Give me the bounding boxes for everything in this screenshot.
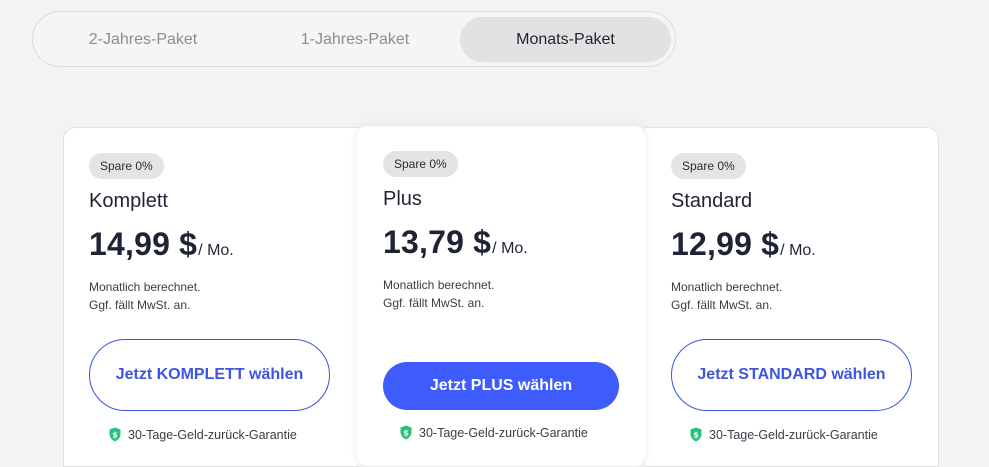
price-unit: / Mo. (492, 240, 528, 257)
plan-card-plus: Spare 0% Plus 13,79 $/ Mo. Monatlich ber… (357, 126, 645, 466)
shield-dollar-icon: $ (400, 425, 412, 440)
billing-note: Monatlich berechnet. Ggf. fällt MwSt. an… (383, 276, 494, 312)
price-amount: 13,79 $ (383, 224, 492, 260)
billing-note: Monatlich berechnet. Ggf. fällt MwSt. an… (671, 278, 782, 314)
price: 14,99 $/ Mo. (89, 226, 234, 263)
money-back-guarantee: $ 30-Tage-Geld-zurück-Garantie (400, 425, 588, 440)
select-plus-button[interactable]: Jetzt PLUS wählen (383, 362, 619, 410)
plan-card-standard: Spare 0% Standard 12,99 $/ Mo. Monatlich… (645, 127, 939, 467)
tab-monthly-plan[interactable]: Monats-Paket (460, 17, 671, 62)
price: 12,99 $/ Mo. (671, 226, 816, 263)
savings-badge: Spare 0% (671, 153, 746, 179)
plan-name: Standard (671, 190, 753, 212)
guarantee-text: 30-Tage-Geld-zurück-Garantie (419, 425, 588, 440)
savings-badge: Spare 0% (383, 151, 458, 177)
shield-dollar-icon: $ (109, 427, 121, 442)
shield-dollar-icon: $ (690, 427, 702, 442)
savings-badge: Spare 0% (89, 153, 164, 179)
price-unit: / Mo. (198, 242, 234, 259)
plan-name: Komplett (89, 190, 168, 212)
tab-2-year-plan[interactable]: 2-Jahres-Paket (53, 17, 233, 62)
price-amount: 12,99 $ (671, 226, 780, 262)
billing-note-line: Monatlich berechnet. (383, 278, 495, 292)
vat-note-line: Ggf. fällt MwSt. an. (671, 298, 773, 312)
price: 13,79 $/ Mo. (383, 224, 528, 261)
price-unit: / Mo. (780, 242, 816, 259)
billing-note: Monatlich berechnet. Ggf. fällt MwSt. an… (89, 278, 200, 314)
price-amount: 14,99 $ (89, 226, 198, 262)
money-back-guarantee: $ 30-Tage-Geld-zurück-Garantie (690, 427, 878, 442)
billing-note-line: Monatlich berechnet. (671, 280, 783, 294)
guarantee-text: 30-Tage-Geld-zurück-Garantie (709, 427, 878, 442)
vat-note-line: Ggf. fällt MwSt. an. (383, 296, 485, 310)
svg-text:$: $ (693, 431, 699, 440)
plan-name: Plus (383, 188, 422, 210)
guarantee-text: 30-Tage-Geld-zurück-Garantie (128, 427, 297, 442)
billing-period-toggle: 2-Jahres-Paket 1-Jahres-Paket Monats-Pak… (32, 11, 676, 67)
svg-text:$: $ (403, 429, 409, 438)
tab-1-year-plan[interactable]: 1-Jahres-Paket (265, 17, 445, 62)
select-standard-button[interactable]: Jetzt STANDARD wählen (671, 339, 912, 411)
vat-note-line: Ggf. fällt MwSt. an. (89, 298, 191, 312)
billing-note-line: Monatlich berechnet. (89, 280, 201, 294)
plan-card-komplett: Spare 0% Komplett 14,99 $/ Mo. Monatlich… (63, 127, 359, 467)
svg-text:$: $ (112, 431, 118, 440)
select-komplett-button[interactable]: Jetzt KOMPLETT wählen (89, 339, 330, 411)
money-back-guarantee: $ 30-Tage-Geld-zurück-Garantie (109, 427, 297, 442)
